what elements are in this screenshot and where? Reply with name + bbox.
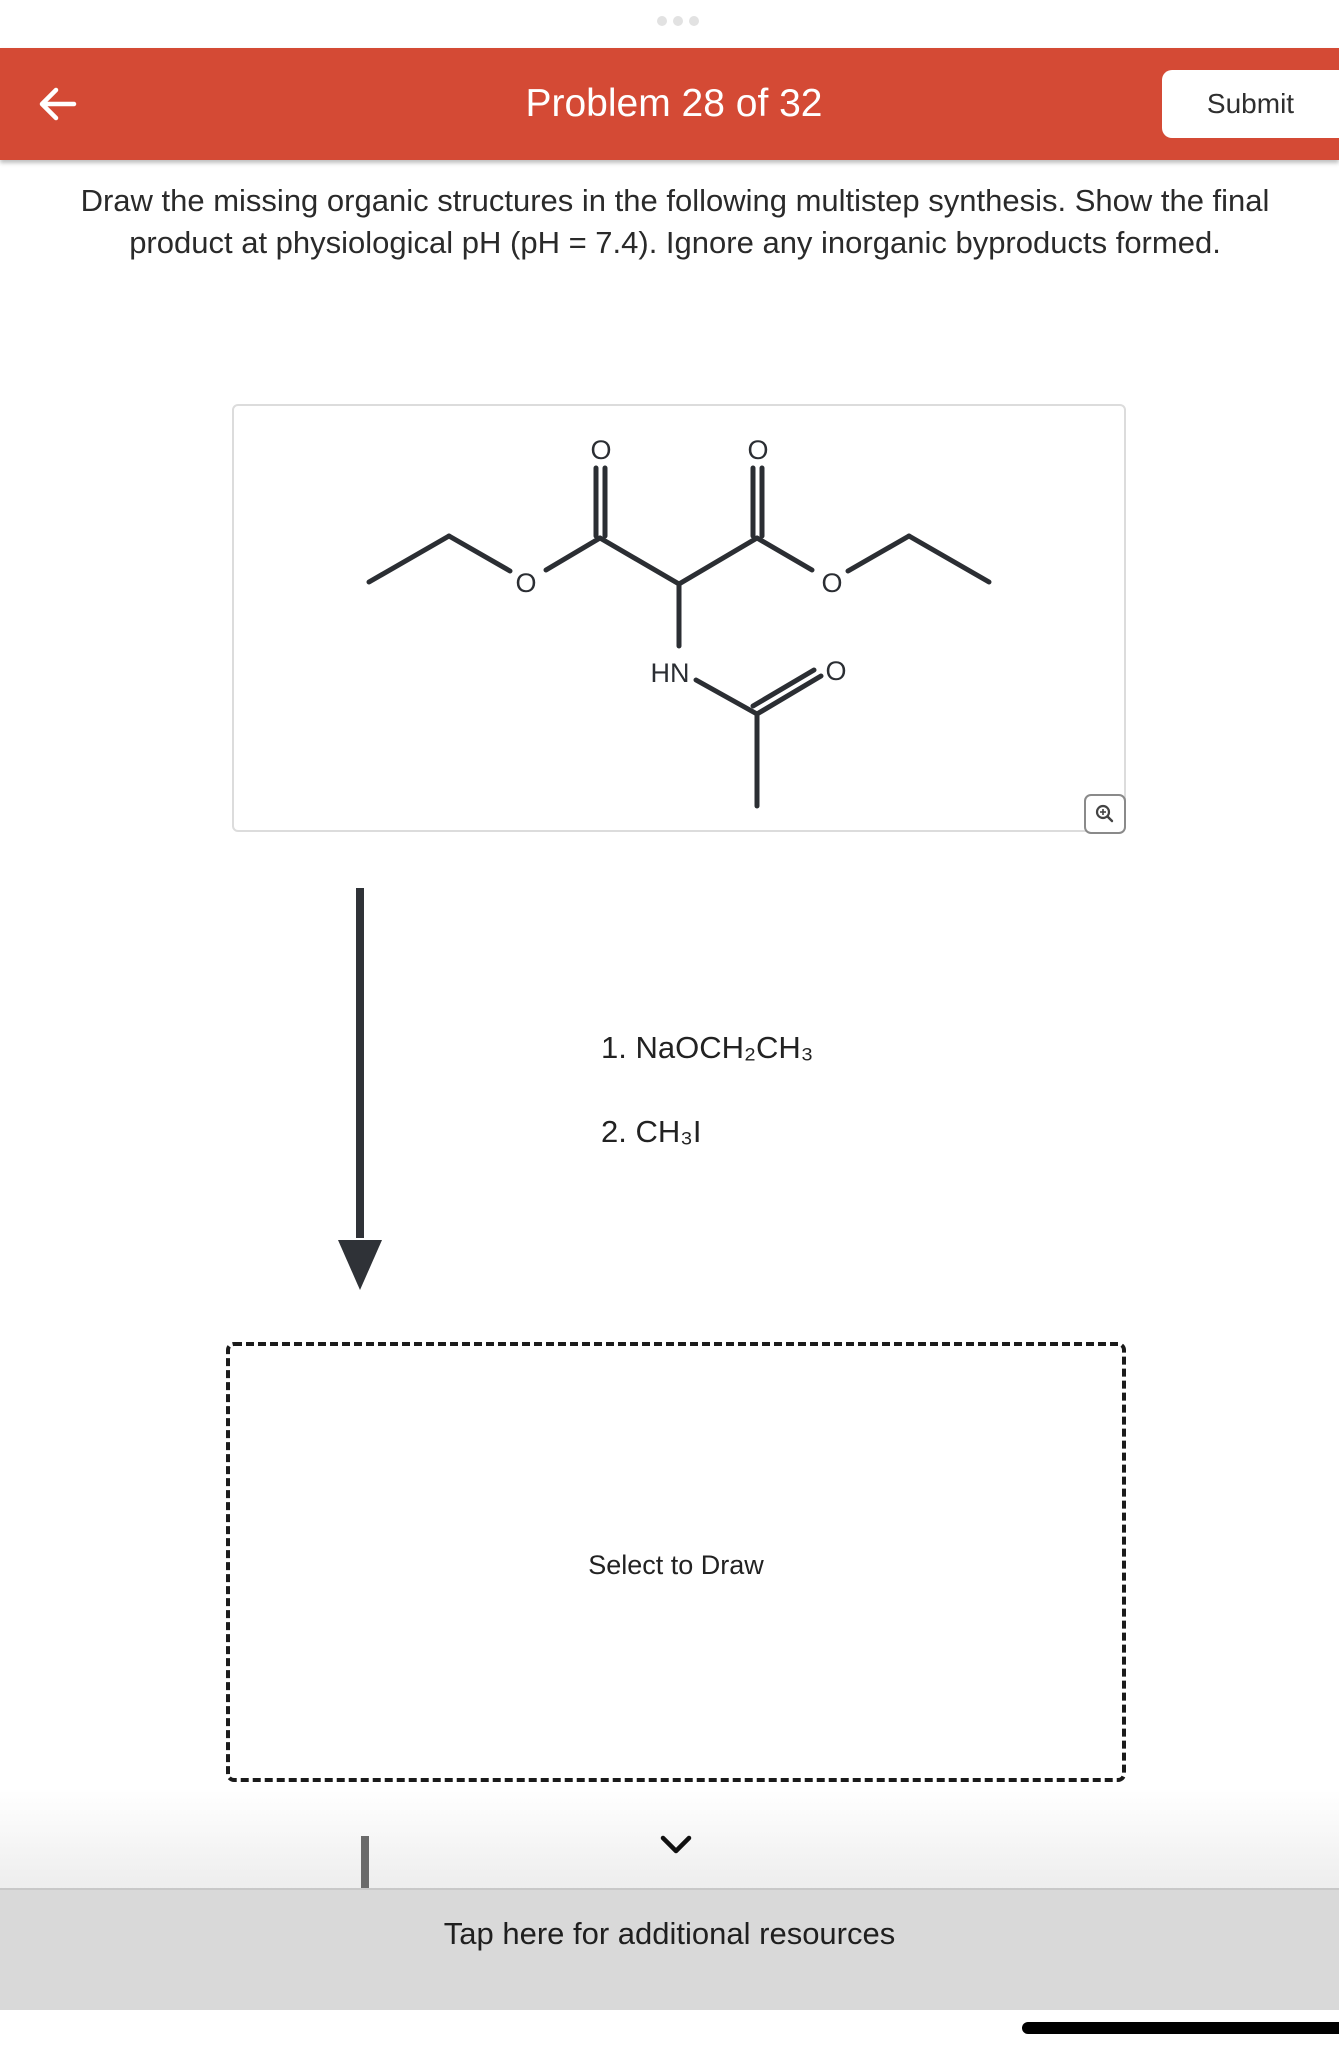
atom-label: O bbox=[821, 568, 842, 598]
atom-label: O bbox=[747, 435, 768, 465]
draw-area-label: Select to Draw bbox=[588, 1550, 764, 1580]
problem-instructions: Draw the missing organic structures in t… bbox=[80, 183, 1270, 260]
starting-material-card: O O O O HN O bbox=[232, 404, 1126, 834]
next-arrow-stub bbox=[361, 1836, 369, 1888]
draw-product-area[interactable]: Select to Draw bbox=[226, 1342, 1126, 1782]
back-arrow-icon[interactable] bbox=[30, 76, 86, 132]
reagent-step-1: 1. NaOCH₂CH₃ bbox=[601, 1030, 814, 1065]
chevron-down-icon[interactable] bbox=[655, 1830, 697, 1860]
atom-label: HN bbox=[651, 658, 690, 688]
atom-label: O bbox=[515, 568, 536, 598]
header-bar: Problem 28 of 32 Submit bbox=[0, 48, 1339, 160]
submit-button[interactable]: Submit bbox=[1162, 70, 1339, 138]
home-indicator bbox=[1022, 2022, 1339, 2034]
magnify-icon bbox=[1095, 804, 1114, 823]
atom-label: O bbox=[825, 656, 846, 686]
zoom-button[interactable] bbox=[1084, 794, 1126, 834]
molecule-structure: O O O O HN O bbox=[366, 435, 992, 809]
multitask-dots[interactable] bbox=[654, 16, 702, 30]
atom-label: O bbox=[590, 435, 611, 465]
reaction-arrow bbox=[338, 888, 382, 1290]
problem-title: Problem 28 of 32 bbox=[525, 82, 823, 125]
resources-label: Tap here for additional resources bbox=[443, 1916, 896, 1951]
resources-bar[interactable]: Tap here for additional resources bbox=[0, 1888, 1339, 2010]
reagent-step-2: 2. CH₃I bbox=[601, 1114, 702, 1149]
